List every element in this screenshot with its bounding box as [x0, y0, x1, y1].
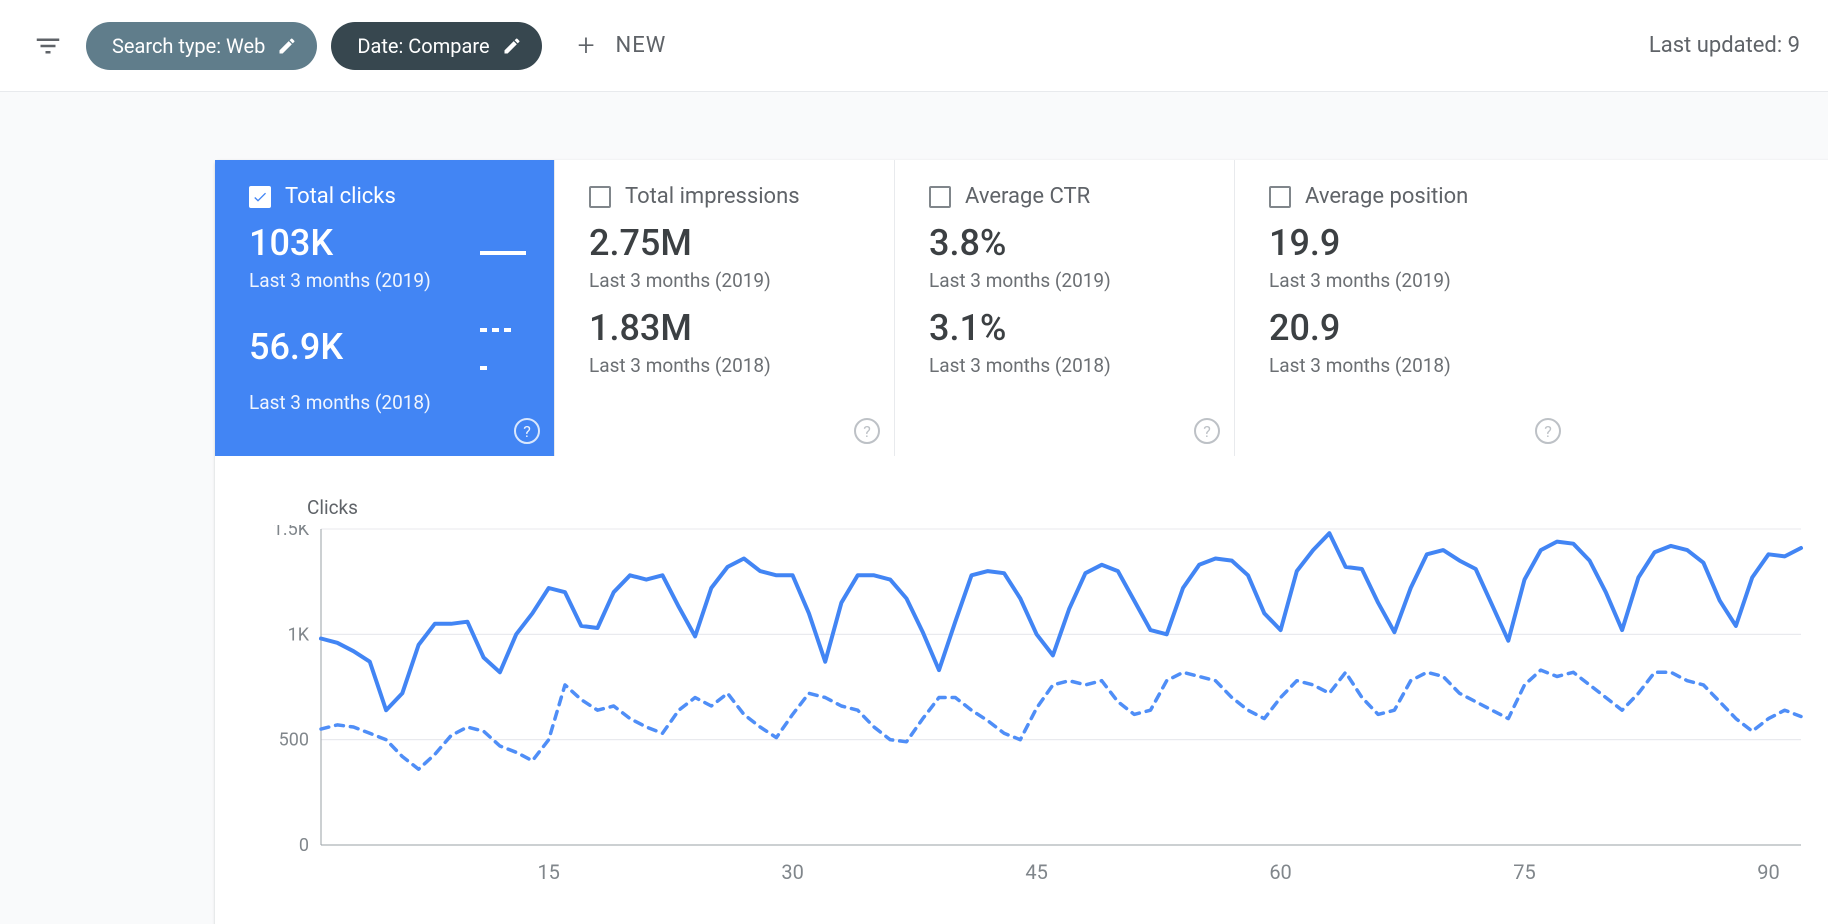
help-icon[interactable]: ? [1194, 418, 1220, 444]
filter-list-icon[interactable] [28, 26, 68, 66]
svg-text:30: 30 [781, 860, 803, 884]
help-icon[interactable]: ? [514, 418, 540, 444]
svg-text:1.5K: 1.5K [273, 525, 310, 540]
metric-prev-period: Last 3 months (2018) [589, 354, 866, 377]
checkbox-icon [589, 186, 611, 208]
metric-prev-value: 56.9K [249, 329, 343, 367]
metric-label: Average position [1305, 184, 1468, 209]
pencil-icon [502, 36, 522, 56]
metric-current-period: Last 3 months (2019) [1269, 269, 1547, 292]
legend-dashed-icon [480, 310, 526, 386]
checkbox-icon [249, 186, 271, 208]
new-label: NEW [616, 33, 667, 58]
svg-text:75: 75 [1513, 860, 1535, 884]
metric-label: Average CTR [965, 184, 1090, 209]
svg-text:0: 0 [299, 835, 309, 856]
metric-current-period: Last 3 months (2019) [249, 269, 526, 292]
chip-search-type[interactable]: Search type: Web [86, 22, 317, 70]
metric-label: Total impressions [625, 184, 800, 209]
chip-date-compare[interactable]: Date: Compare [331, 22, 541, 70]
filter-bar: Search type: Web Date: Compare + NEW Las… [0, 0, 1828, 92]
metric-label: Total clicks [285, 184, 396, 209]
clicks-line-chart: 1.5K 1K 500 0 15 30 45 60 75 90 [251, 525, 1811, 895]
checkbox-icon [929, 186, 951, 208]
chip-date-label: Date: Compare [357, 34, 489, 58]
metric-prev-value: 20.9 [1269, 310, 1340, 348]
metric-card-total-impressions[interactable]: Total impressions 2.75M Last 3 months (2… [555, 160, 895, 456]
last-updated-label: Last updated: 9 [1649, 33, 1800, 58]
metric-current-value: 3.8% [929, 225, 1006, 263]
metric-card-average-position[interactable]: Average position 19.9 Last 3 months (201… [1235, 160, 1575, 456]
svg-text:60: 60 [1269, 860, 1291, 884]
help-icon[interactable]: ? [1535, 418, 1561, 444]
metric-prev-period: Last 3 months (2018) [249, 391, 526, 414]
svg-text:500: 500 [279, 730, 309, 751]
pencil-icon [277, 36, 297, 56]
chart-area: Clicks 1.5K 1K 500 0 15 30 45 60 75 90 [215, 456, 1828, 895]
metric-current-period: Last 3 months (2019) [929, 269, 1206, 292]
metric-current-value: 103K [249, 225, 333, 263]
checkbox-icon [1269, 186, 1291, 208]
metric-prev-value: 1.83M [589, 310, 692, 348]
metric-current-value: 2.75M [589, 225, 692, 263]
metric-prev-period: Last 3 months (2018) [929, 354, 1206, 377]
help-icon[interactable]: ? [854, 418, 880, 444]
new-filter-button[interactable]: + NEW [578, 28, 667, 63]
metric-current-period: Last 3 months (2019) [589, 269, 866, 292]
performance-card: Total clicks 103K Last 3 months (2019) 5… [215, 160, 1828, 924]
metric-card-average-ctr[interactable]: Average CTR 3.8% Last 3 months (2019) 3.… [895, 160, 1235, 456]
chart-y-title: Clicks [307, 496, 1799, 519]
svg-text:90: 90 [1757, 860, 1779, 884]
legend-solid-icon [480, 225, 526, 263]
svg-text:45: 45 [1025, 860, 1047, 884]
metric-current-value: 19.9 [1269, 225, 1340, 263]
plus-icon: + [578, 28, 596, 63]
chip-search-type-label: Search type: Web [112, 34, 265, 58]
metric-prev-period: Last 3 months (2018) [1269, 354, 1547, 377]
svg-text:1K: 1K [288, 624, 310, 645]
metric-prev-value: 3.1% [929, 310, 1006, 348]
metric-cards-row: Total clicks 103K Last 3 months (2019) 5… [215, 160, 1828, 456]
metric-card-total-clicks[interactable]: Total clicks 103K Last 3 months (2019) 5… [215, 160, 555, 456]
svg-text:15: 15 [537, 860, 559, 884]
